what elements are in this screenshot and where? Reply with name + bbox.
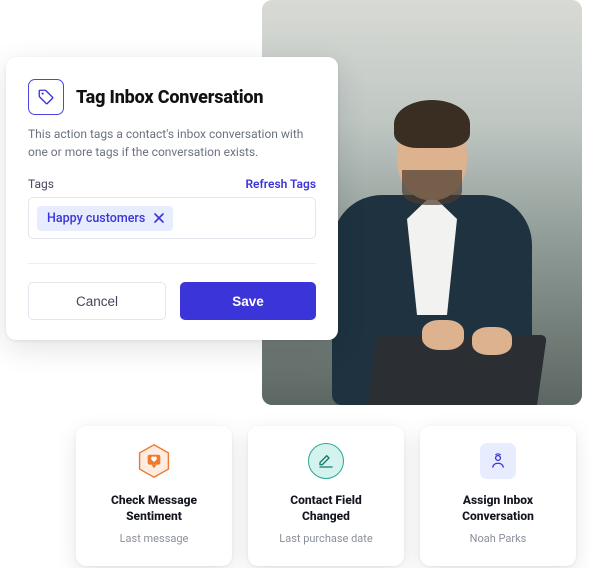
- card-subtitle: Last purchase date: [279, 532, 372, 545]
- modal-description: This action tags a contact's inbox conve…: [28, 125, 316, 161]
- card-assign-inbox-conversation[interactable]: Assign InboxConversation Noah Parks: [420, 426, 576, 566]
- modal-header: Tag Inbox Conversation: [28, 79, 316, 115]
- card-title: Assign InboxConversation: [462, 492, 534, 524]
- tags-field-header: Tags Refresh Tags: [28, 177, 316, 191]
- divider: [28, 263, 316, 264]
- refresh-tags-link[interactable]: Refresh Tags: [245, 177, 316, 191]
- sentiment-icon: [135, 442, 173, 480]
- assign-icon: [479, 442, 517, 480]
- card-subtitle: Noah Parks: [470, 532, 527, 545]
- card-contact-field-changed[interactable]: Contact FieldChanged Last purchase date: [248, 426, 404, 566]
- save-button[interactable]: Save: [180, 282, 316, 320]
- tag-chip: Happy customers: [37, 206, 173, 231]
- edit-icon: [307, 442, 345, 480]
- tags-input[interactable]: Happy customers: [28, 197, 316, 239]
- card-check-message-sentiment[interactable]: Check MessageSentiment Last message: [76, 426, 232, 566]
- remove-tag-icon[interactable]: [153, 212, 165, 224]
- tag-chip-label: Happy customers: [47, 211, 145, 226]
- modal-actions: Cancel Save: [28, 282, 316, 320]
- tag-icon: [28, 79, 64, 115]
- card-title: Contact FieldChanged: [290, 492, 362, 524]
- tag-conversation-modal: Tag Inbox Conversation This action tags …: [6, 57, 338, 340]
- card-subtitle: Last message: [120, 532, 189, 545]
- tags-label: Tags: [28, 177, 54, 191]
- modal-title: Tag Inbox Conversation: [76, 87, 263, 108]
- action-cards-row: Check MessageSentiment Last message Cont…: [76, 426, 576, 566]
- cancel-button[interactable]: Cancel: [28, 282, 166, 320]
- card-title: Check MessageSentiment: [111, 492, 197, 524]
